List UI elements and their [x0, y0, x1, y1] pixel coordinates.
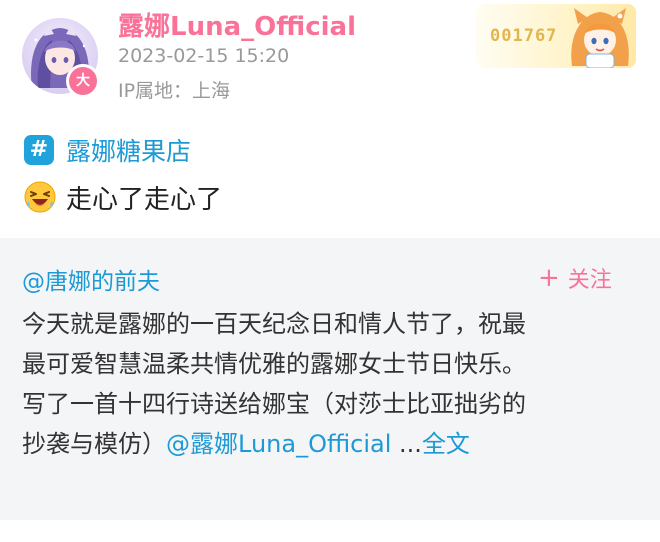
vip-badge: 大	[66, 64, 100, 98]
repost-card[interactable]: @唐娜的前夫 + 关注 今天就是露娜的一百天纪念日和情人节了，祝最 最可爱智慧温…	[0, 238, 660, 520]
fan-badge-character-icon	[564, 4, 634, 68]
post-text: 走心了走心了	[66, 184, 223, 215]
repost-body: 今天就是露娜的一百天纪念日和情人节了，祝最 最可爱智慧温柔共情优雅的露娜女士节日…	[22, 304, 642, 464]
repost-line: 写了一首十四行诗送给娜宝（对莎士比亚拙劣的	[22, 390, 526, 418]
author-avatar-wrap[interactable]: 大	[22, 18, 100, 98]
ellipsis: ...	[391, 430, 422, 458]
fan-badge[interactable]: 001767	[476, 4, 636, 68]
repost-line: 今天就是露娜的一百天纪念日和情人节了，祝最	[22, 310, 526, 338]
follow-button[interactable]: + 关注	[538, 260, 612, 296]
post-content: 走心了走心了	[24, 177, 222, 217]
follow-label: 关注	[567, 268, 612, 293]
repost-author[interactable]: @唐娜的前夫	[22, 262, 160, 296]
repost-line-prefix: 抄袭与模仿）	[22, 430, 166, 458]
hashtag-icon: #	[24, 135, 54, 165]
read-more-link[interactable]: 全文	[422, 430, 470, 458]
author-name[interactable]: 露娜Luna_Official	[118, 6, 356, 43]
topic-row[interactable]: # 露娜糖果店	[24, 132, 191, 168]
repost-line-last: 抄袭与模仿）@露娜Luna_Official ...全文	[22, 424, 642, 464]
post-header: 大 露娜Luna_Official 2023-02-15 15:20 IP属地：…	[0, 0, 660, 120]
ip-location: IP属地：上海	[118, 80, 231, 102]
post-timestamp: 2023-02-15 15:20	[118, 45, 290, 67]
mention-link[interactable]: @露娜Luna_Official	[166, 430, 391, 458]
repost-line: 最可爱智慧温柔共情优雅的露娜女士节日快乐。	[22, 350, 526, 378]
fan-number: 001767	[490, 26, 558, 46]
plus-icon: +	[538, 263, 560, 293]
laughing-emoji-icon	[24, 181, 56, 213]
topic-label[interactable]: 露娜糖果店	[66, 132, 191, 168]
